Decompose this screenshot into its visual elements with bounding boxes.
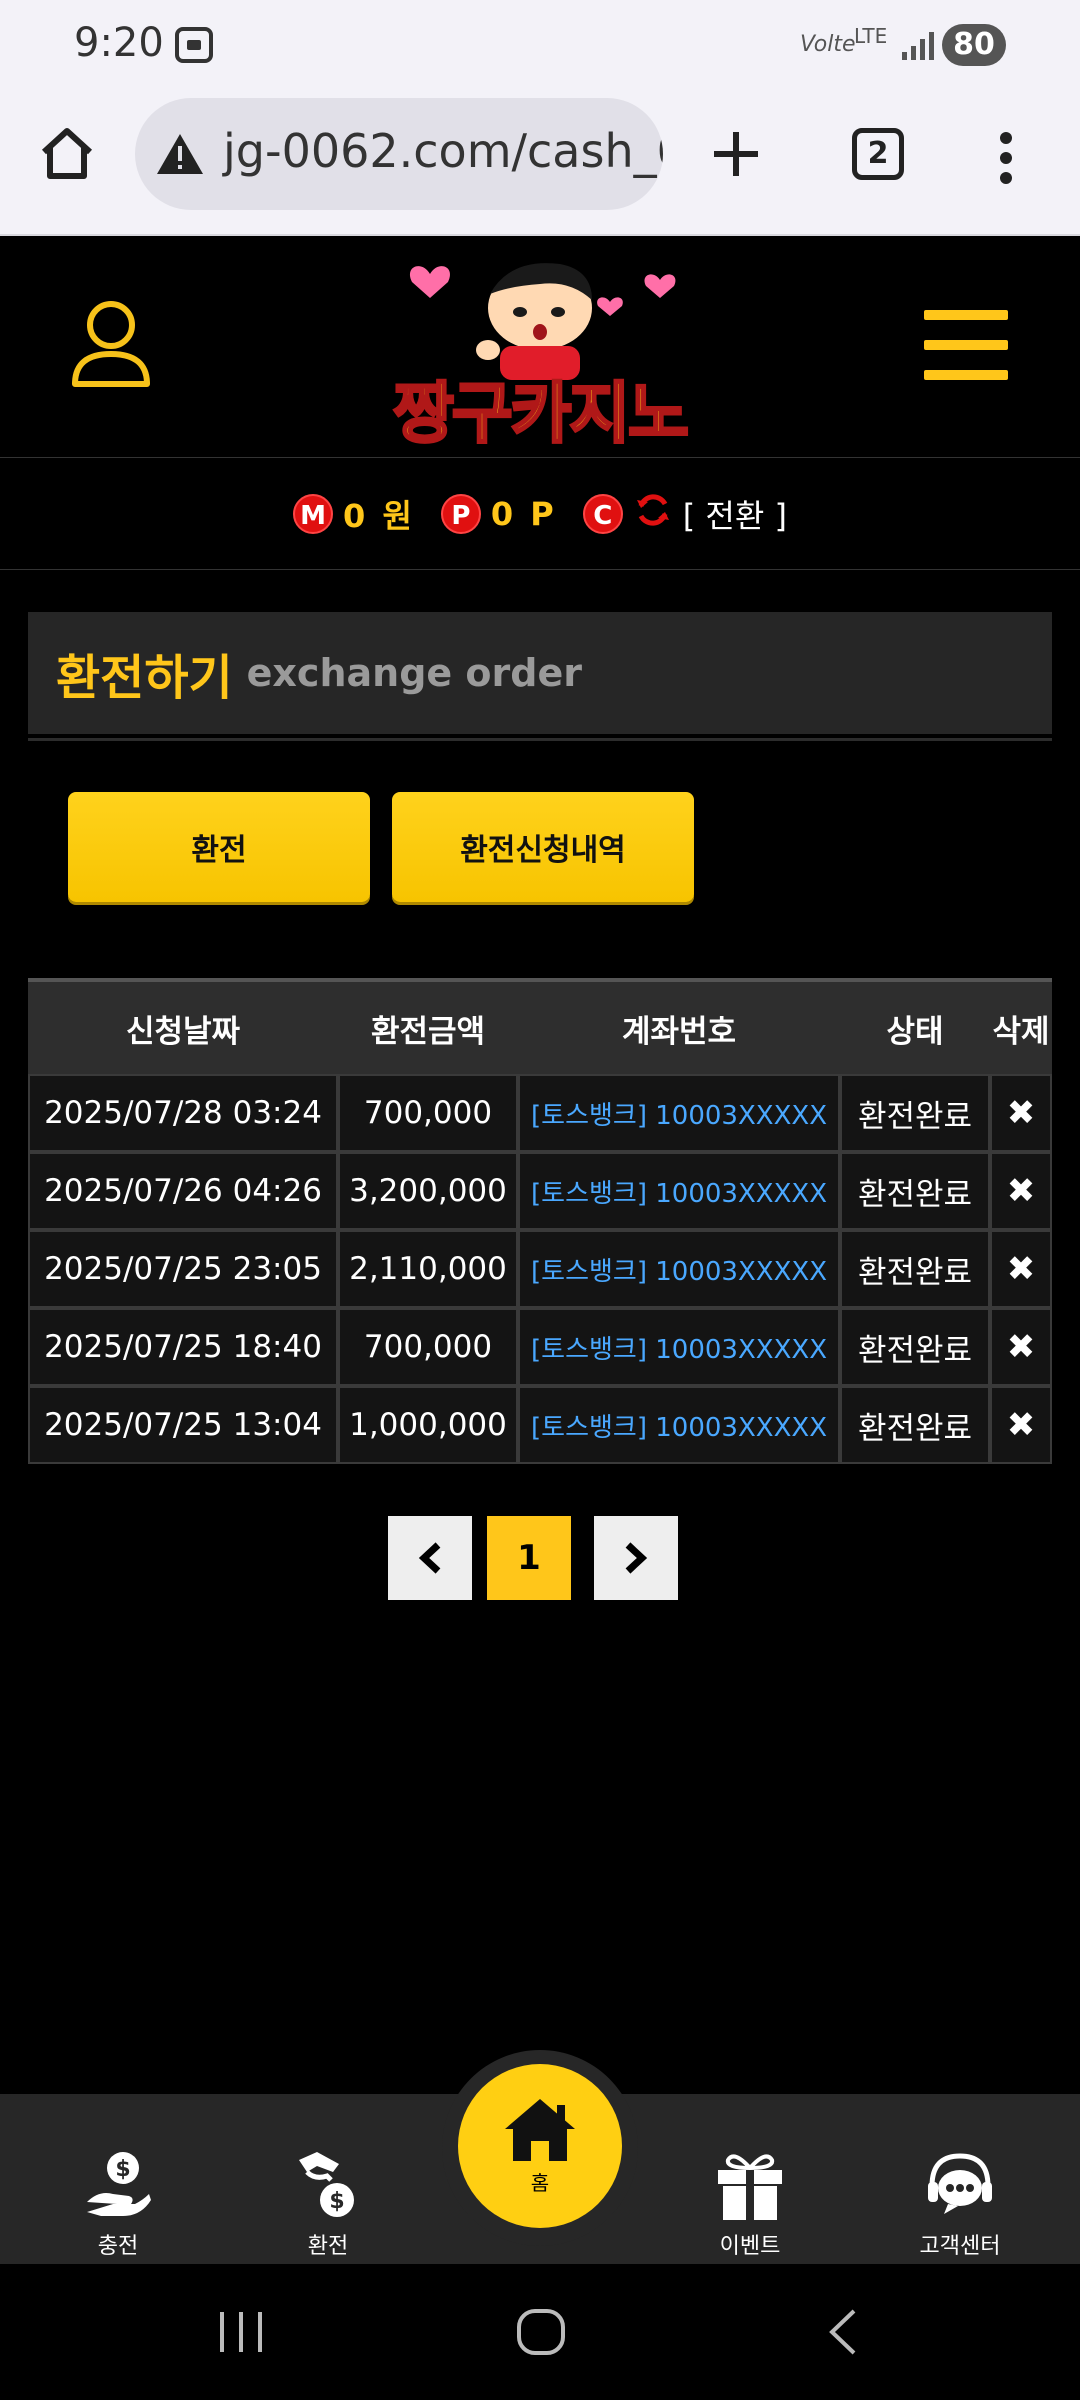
row-account: [토스뱅크] 10003XXXXX bbox=[518, 1230, 840, 1308]
divider bbox=[28, 738, 1052, 741]
nav-support[interactable]: 고객센터 bbox=[890, 2094, 1030, 2264]
next-page-button[interactable] bbox=[594, 1516, 678, 1600]
table-row: 2025/07/26 04:26 3,200,000 [토스뱅크] 10003X… bbox=[28, 1152, 1052, 1230]
svg-text:$: $ bbox=[329, 2189, 344, 2214]
browser-menu-icon[interactable] bbox=[996, 130, 1016, 190]
status-time: 9:20 bbox=[74, 20, 164, 66]
nav-exchange-label: 환전 bbox=[307, 2234, 349, 2259]
site-header: 짱구카지노 bbox=[0, 236, 1080, 458]
status-bar: 9:20 Volte LTE 80 bbox=[0, 0, 1080, 90]
volte-indicator: Volte bbox=[800, 32, 856, 57]
system-nav-bar bbox=[0, 2264, 1080, 2400]
money-balance: 0 원 bbox=[343, 496, 415, 535]
screenshot-icon bbox=[174, 26, 214, 68]
nav-event-label: 이벤트 bbox=[719, 2234, 781, 2259]
svg-text:$: $ bbox=[115, 2157, 130, 2182]
row-account: [토스뱅크] 10003XXXXX bbox=[518, 1074, 840, 1152]
row-date: 2025/07/25 18:40 bbox=[28, 1308, 338, 1386]
money-badge: M bbox=[293, 493, 334, 534]
row-date: 2025/07/26 04:26 bbox=[28, 1152, 338, 1230]
chevron-left-icon bbox=[418, 1542, 441, 1574]
browser-toolbar: jg-0062.com/cash_0 2 bbox=[0, 90, 1080, 236]
table-row: 2025/07/28 03:24 700,000 [토스뱅크] 10003XXX… bbox=[28, 1074, 1052, 1152]
nav-home[interactable]: 홈 bbox=[458, 2064, 622, 2228]
back-icon[interactable] bbox=[826, 2308, 858, 2360]
tab-switcher-button[interactable]: 2 bbox=[852, 128, 904, 180]
withdraw-icon: $ bbox=[299, 2152, 354, 2217]
gift-icon bbox=[718, 2154, 782, 2220]
battery-indicator: 80 bbox=[942, 24, 1006, 66]
row-account: [토스뱅크] 10003XXXXX bbox=[518, 1308, 840, 1386]
prev-page-button[interactable] bbox=[388, 1516, 472, 1600]
nav-event[interactable]: 이벤트 bbox=[680, 2094, 820, 2264]
chevron-right-icon bbox=[625, 1542, 648, 1574]
system-home-icon[interactable] bbox=[516, 2308, 566, 2360]
row-status: 환전완료 bbox=[840, 1230, 990, 1308]
row-status: 환전완료 bbox=[840, 1152, 990, 1230]
new-tab-icon[interactable] bbox=[706, 124, 766, 188]
url-text[interactable]: jg-0062.com/cash_0 bbox=[223, 124, 663, 178]
nav-exchange[interactable]: $ 환전 bbox=[258, 2094, 398, 2264]
row-status: 환전완료 bbox=[840, 1386, 990, 1464]
row-amount: 1,000,000 bbox=[338, 1386, 518, 1464]
nav-support-label: 고객센터 bbox=[919, 2234, 1001, 2259]
browser-home-icon[interactable] bbox=[38, 126, 96, 186]
signal-icon bbox=[900, 30, 934, 66]
header-account: 계좌번호 bbox=[621, 1013, 737, 1050]
balance-bar: M 0 원 P 0 P C [ 전환 ] bbox=[0, 458, 1080, 570]
page-number-current[interactable]: 1 bbox=[487, 1516, 571, 1600]
recent-apps-icon[interactable] bbox=[218, 2310, 264, 2358]
exchange-history-button[interactable]: 환전신청내역 bbox=[392, 792, 694, 902]
headset-icon bbox=[928, 2153, 992, 2214]
delete-button[interactable]: ✖ bbox=[990, 1308, 1052, 1386]
row-account: [토스뱅크] 10003XXXXX bbox=[518, 1152, 840, 1230]
deposit-icon: $ bbox=[87, 2152, 151, 2216]
row-amount: 2,110,000 bbox=[338, 1230, 518, 1308]
page-title-box: 환전하기 exchange order bbox=[28, 612, 1052, 734]
row-amount: 700,000 bbox=[338, 1308, 518, 1386]
row-date: 2025/07/25 13:04 bbox=[28, 1386, 338, 1464]
nav-charge[interactable]: $ 충전 bbox=[48, 2094, 188, 2264]
point-badge: P bbox=[440, 493, 481, 534]
header-amount: 환전금액 bbox=[370, 1013, 486, 1050]
logo-text: 짱구카지노 bbox=[392, 374, 691, 454]
nav-charge-label: 충전 bbox=[97, 2234, 139, 2259]
nav-home-label: 홈 bbox=[530, 2170, 550, 2195]
row-account: [토스뱅크] 10003XXXXX bbox=[518, 1386, 840, 1464]
point-balance: 0 P bbox=[490, 494, 557, 533]
home-icon bbox=[505, 2098, 575, 2161]
table-row: 2025/07/25 18:40 700,000 [토스뱅크] 10003XXX… bbox=[28, 1308, 1052, 1386]
exchange-button[interactable]: 환전 bbox=[68, 792, 370, 902]
user-icon[interactable] bbox=[70, 298, 152, 394]
row-amount: 700,000 bbox=[338, 1074, 518, 1152]
page-subtitle: exchange order bbox=[246, 651, 582, 695]
delete-button[interactable]: ✖ bbox=[990, 1152, 1052, 1230]
casino-badge: C bbox=[582, 493, 623, 534]
row-amount: 3,200,000 bbox=[338, 1152, 518, 1230]
site-logo[interactable]: 짱구카지노 bbox=[360, 250, 720, 454]
warning-icon[interactable] bbox=[155, 132, 205, 180]
header-date: 신청날짜 bbox=[125, 1013, 241, 1050]
row-date: 2025/07/25 23:05 bbox=[28, 1230, 338, 1308]
table-header: 신청날짜 환전금액 계좌번호 상태 삭제 bbox=[28, 978, 1052, 1074]
convert-link[interactable]: [ 전환 ] bbox=[683, 491, 787, 537]
exchange-table: 신청날짜 환전금액 계좌번호 상태 삭제 2025/07/28 03:24 70… bbox=[28, 978, 1052, 1464]
refresh-icon[interactable] bbox=[633, 490, 673, 538]
delete-button[interactable]: ✖ bbox=[990, 1230, 1052, 1308]
url-bar[interactable]: jg-0062.com/cash_0 bbox=[135, 98, 663, 210]
header-delete: 삭제 bbox=[992, 1013, 1050, 1050]
page-title: 환전하기 bbox=[56, 650, 233, 706]
delete-button[interactable]: ✖ bbox=[990, 1074, 1052, 1152]
table-row: 2025/07/25 13:04 1,000,000 [토스뱅크] 10003X… bbox=[28, 1386, 1052, 1464]
table-row: 2025/07/25 23:05 2,110,000 [토스뱅크] 10003X… bbox=[28, 1230, 1052, 1308]
delete-button[interactable]: ✖ bbox=[990, 1386, 1052, 1464]
menu-icon[interactable] bbox=[922, 306, 1010, 390]
row-status: 환전완료 bbox=[840, 1074, 990, 1152]
row-status: 환전완료 bbox=[840, 1308, 990, 1386]
row-date: 2025/07/28 03:24 bbox=[28, 1074, 338, 1152]
lte-indicator: LTE bbox=[854, 24, 888, 48]
header-status: 상태 bbox=[886, 1013, 944, 1050]
